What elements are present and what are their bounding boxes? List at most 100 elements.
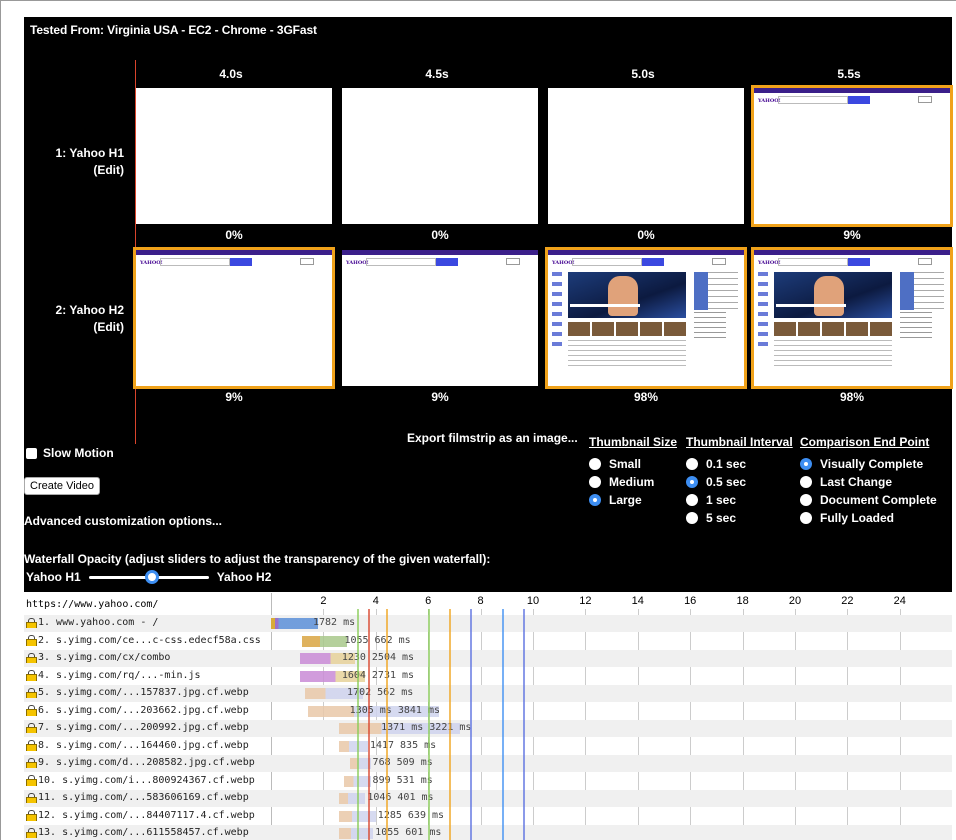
radio-option[interactable]: 5 sec xyxy=(686,509,793,527)
waterfall-row[interactable]: 2. s.yimg.com/ce...c-css.edecf58a.css 105… xyxy=(24,633,952,650)
thumb-ad-list xyxy=(900,312,932,342)
waterfall-tick-label: 8 xyxy=(477,595,484,607)
thumb-search-button xyxy=(436,258,458,266)
waterfall-tick-label: 14 xyxy=(631,595,644,607)
filmstrip-thumbnail[interactable] xyxy=(548,88,744,224)
waterfall-row[interactable]: 12. s.yimg.com/...84407117.4.cf.webp 1285… xyxy=(24,808,952,825)
radio-button[interactable] xyxy=(589,458,601,470)
request-timing: 768 509 ms xyxy=(372,757,433,768)
waterfall-row[interactable]: 6. s.yimg.com/...203662.jpg.cf.webp 1305 … xyxy=(24,703,952,720)
waterfall-row[interactable]: 3. s.yimg.com/cx/combo 1230 2504 ms xyxy=(24,650,952,667)
edit-link[interactable]: (Edit) xyxy=(24,319,124,336)
lock-icon xyxy=(26,757,37,768)
radio-button[interactable] xyxy=(589,494,601,506)
radio-option[interactable]: 0.1 sec xyxy=(686,455,793,473)
filmstrip-thumbnail[interactable] xyxy=(342,88,538,224)
radio-button[interactable] xyxy=(800,512,812,524)
radio-button[interactable] xyxy=(800,494,812,506)
radio-option[interactable]: Small xyxy=(589,455,677,473)
filmstrip-thumbnail[interactable] xyxy=(136,88,332,224)
radio-option[interactable]: 1 sec xyxy=(686,491,793,509)
radio-button[interactable] xyxy=(800,458,812,470)
filmstrip-row-label: 1: Yahoo H1 (Edit) xyxy=(24,145,124,179)
request-url: 8. s.yimg.com/...164460.jpg.cf.webp xyxy=(38,739,249,751)
request-timing: 899 531 ms xyxy=(372,774,433,786)
create-video-button[interactable]: Create Video xyxy=(24,477,101,495)
thumb-story-text xyxy=(774,340,892,370)
request-bar xyxy=(271,618,318,629)
waterfall-tick-label: 12 xyxy=(579,595,592,607)
thumb-sign-in xyxy=(712,258,726,265)
filmstrip-panel: Tested From: Virginia USA - EC2 - Chrome… xyxy=(24,17,953,592)
edit-link[interactable]: (Edit) xyxy=(24,162,124,179)
waterfall-row[interactable]: 9. s.yimg.com/d...208582.jpg.cf.webp 768 … xyxy=(24,755,952,772)
time-label: 5.0s xyxy=(631,67,655,81)
lock-icon xyxy=(26,827,37,838)
request-name: 3. s.yimg.com/cx/combo xyxy=(26,652,270,663)
waterfall-row[interactable]: 10. s.yimg.com/i...800924367.cf.webp 899 … xyxy=(24,773,952,790)
waterfall-row[interactable]: 8. s.yimg.com/...164460.jpg.cf.webp 1417 … xyxy=(24,738,952,755)
thumb-sign-in xyxy=(300,258,314,265)
radio-button[interactable] xyxy=(686,494,698,506)
radio-button[interactable] xyxy=(686,458,698,470)
opacity-slider-track[interactable] xyxy=(88,569,209,584)
radio-button[interactable] xyxy=(589,476,601,488)
lock-icon xyxy=(26,810,37,821)
request-bar xyxy=(339,793,366,804)
export-filmstrip-link[interactable]: Export filmstrip as an image... xyxy=(407,431,578,445)
visual-progress-percent: 9% xyxy=(431,390,449,404)
waterfall-event-marker xyxy=(386,609,389,840)
test-name: 2: Yahoo H2 xyxy=(55,303,124,317)
waterfall-row[interactable]: 1. www.yahoo.com - / 1782 ms xyxy=(24,615,952,632)
thumb-search-button xyxy=(848,96,870,104)
slow-motion-toggle[interactable]: Slow Motion xyxy=(26,446,114,460)
visual-progress-percent: 0% xyxy=(225,228,243,242)
radio-button[interactable] xyxy=(686,476,698,488)
slider-right-label: Yahoo H2 xyxy=(216,570,272,584)
thumb-nav-bar xyxy=(136,250,332,255)
advanced-options-link[interactable]: Advanced customization options... xyxy=(24,514,222,528)
opacity-slider-thumb[interactable] xyxy=(144,569,159,584)
thumb-trending-list xyxy=(914,272,944,312)
radio-option[interactable]: Medium xyxy=(589,473,677,491)
waterfall-row[interactable]: 4. s.yimg.com/rq/...-min.js 1604 2731 ms xyxy=(24,668,952,685)
waterfall-row[interactable]: 11. s.yimg.com/...583606169.cf.webp 1046 … xyxy=(24,790,952,807)
filmstrip-thumbnail[interactable]: YAHOO! xyxy=(751,247,953,389)
thumb-story-row xyxy=(774,322,892,336)
radio-option[interactable]: Last Change xyxy=(800,473,937,491)
filmstrip-thumbnail[interactable]: YAHOO! xyxy=(342,250,538,386)
radio-button[interactable] xyxy=(800,476,812,488)
radio-option[interactable]: Large xyxy=(589,491,677,509)
lock-icon xyxy=(26,670,37,681)
thumbnail-interval-title: Thumbnail Interval xyxy=(686,435,793,449)
filmstrip-thumbnail[interactable]: YAHOO! xyxy=(545,247,747,389)
thumb-search-button xyxy=(848,258,870,266)
waterfall-event-marker xyxy=(357,609,360,840)
filmstrip-thumbnail[interactable]: YAHOO! xyxy=(751,85,953,227)
waterfall-event-marker xyxy=(522,609,525,840)
slider-left-label: Yahoo H1 xyxy=(26,570,81,584)
radio-button[interactable] xyxy=(686,512,698,524)
lock-icon xyxy=(26,775,37,786)
request-url: 6. s.yimg.com/...203662.jpg.cf.webp xyxy=(38,704,249,716)
radio-option[interactable]: Fully Loaded xyxy=(800,509,937,527)
thumb-hero-caption xyxy=(570,304,640,307)
waterfall-row[interactable]: 7. s.yimg.com/...200992.jpg.cf.webp 1371 … xyxy=(24,720,952,737)
waterfall-tick-label: 18 xyxy=(736,595,749,607)
waterfall-row[interactable]: 13. s.yimg.com/...611558457.cf.webp 1055 … xyxy=(24,825,952,840)
filmstrip-thumbnail[interactable]: YAHOO! xyxy=(133,247,335,389)
request-url: 4. s.yimg.com/rq/...-min.js xyxy=(38,669,201,681)
radio-label: 1 sec xyxy=(706,493,737,507)
radio-label: Small xyxy=(609,457,642,471)
thumb-hero-figure xyxy=(814,276,844,316)
radio-option[interactable]: Document Complete xyxy=(800,491,937,509)
opacity-slider-row: Yahoo H1 Yahoo H2 xyxy=(26,569,272,584)
waterfall-tick-label: 2 xyxy=(320,595,327,607)
waterfall-row[interactable]: 5. s.yimg.com/...157837.jpg.cf.webp 1702 … xyxy=(24,685,952,702)
request-name: 10. s.yimg.com/i...800924367.cf.webp xyxy=(26,775,270,786)
radio-option[interactable]: Visually Complete xyxy=(800,455,937,473)
radio-label: Large xyxy=(609,493,642,507)
radio-option[interactable]: 0.5 sec xyxy=(686,473,793,491)
thumb-side-nav xyxy=(552,272,562,352)
slow-motion-checkbox[interactable] xyxy=(26,447,37,459)
